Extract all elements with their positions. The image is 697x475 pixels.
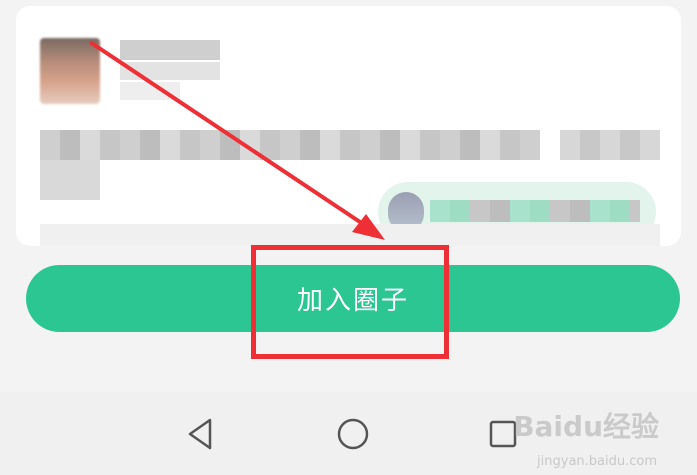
post-text-blurred [40,130,540,160]
username-blurred [120,40,220,60]
app-screen: 加入圈子 [0,0,697,475]
post-text-blurred-line2 [40,160,100,200]
home-circle-icon[interactable] [331,412,375,456]
annotation-highlight-box [251,245,449,359]
user-avatar[interactable] [40,38,100,104]
circle-name-blurred [430,200,640,222]
username-blurred-line2 [120,62,220,80]
baidu-watermark: Baidu经验 [513,410,659,443]
card-bottom-fade [40,224,660,246]
back-triangle-icon[interactable] [180,412,224,456]
meta-blurred [120,82,180,100]
post-text-blurred-tail [560,130,660,160]
baidu-watermark-site: jingyan.baidu.com [537,454,657,469]
